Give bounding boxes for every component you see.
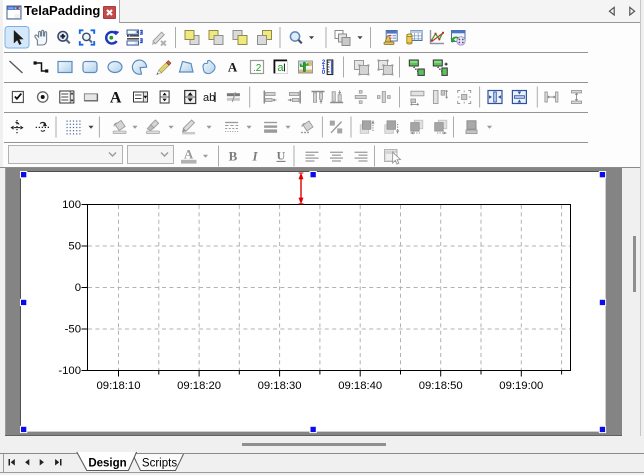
svg-text:a: a — [277, 62, 284, 74]
svg-text:0: 0 — [75, 282, 81, 294]
svg-text:-100: -100 — [58, 365, 81, 377]
svg-text:09:19:00: 09:19:00 — [499, 380, 543, 392]
svg-text:I: I — [251, 149, 258, 164]
svg-text:09:18:30: 09:18:30 — [258, 380, 302, 392]
svg-text:.2: .2 — [253, 63, 262, 74]
svg-text:B: B — [229, 149, 238, 164]
svg-text:09:18:10: 09:18:10 — [97, 380, 141, 392]
svg-text:09:18:40: 09:18:40 — [338, 380, 382, 392]
svg-text:ab: ab — [203, 92, 215, 104]
svg-text:A: A — [228, 60, 238, 75]
svg-text:-50: -50 — [65, 324, 81, 336]
svg-text:09:18:20: 09:18:20 — [177, 380, 221, 392]
svg-text:0: 0 — [322, 70, 326, 76]
svg-text:Design: Design — [88, 458, 126, 470]
svg-text:100: 100 — [62, 199, 81, 211]
svg-text:A: A — [184, 147, 194, 162]
svg-text:U: U — [277, 149, 286, 163]
svg-text:A: A — [110, 90, 122, 107]
svg-text:Scripts: Scripts — [142, 458, 177, 470]
svg-text:50: 50 — [68, 241, 81, 253]
svg-text:09:18:50: 09:18:50 — [419, 380, 463, 392]
